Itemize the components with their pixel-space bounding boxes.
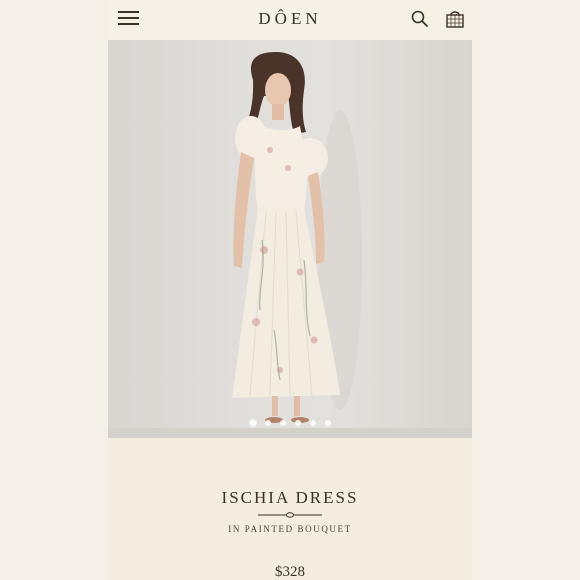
carousel-dot[interactable] xyxy=(324,420,331,426)
site-header: DÔEN xyxy=(108,0,472,40)
carousel-dot[interactable] xyxy=(264,420,271,426)
carousel-dot[interactable] xyxy=(294,420,301,426)
carousel-dots xyxy=(108,420,472,426)
product-info: ISCHIA DRESS IN PAINTED BOUQUET $328 xyxy=(108,438,472,580)
carousel-dot[interactable] xyxy=(279,420,286,426)
product-image-carousel[interactable] xyxy=(108,40,472,438)
hero-floor xyxy=(108,428,472,438)
carousel-dot[interactable] xyxy=(309,420,316,426)
product-name: ISCHIA DRESS xyxy=(221,488,359,507)
left-background-band xyxy=(0,0,108,580)
carousel-dot[interactable] xyxy=(249,420,256,426)
shopping-bag-icon[interactable] xyxy=(444,7,466,29)
ornament-divider xyxy=(258,512,322,518)
product-price: $328 xyxy=(275,564,305,580)
search-icon[interactable] xyxy=(410,9,430,29)
mobile-screen: DÔEN ISCHIA DRESS IN PAINTED BOUQUET $32… xyxy=(108,0,472,580)
right-background-band xyxy=(472,0,580,580)
product-photo xyxy=(232,52,362,423)
product-variant: IN PAINTED BOUQUET xyxy=(228,524,352,534)
